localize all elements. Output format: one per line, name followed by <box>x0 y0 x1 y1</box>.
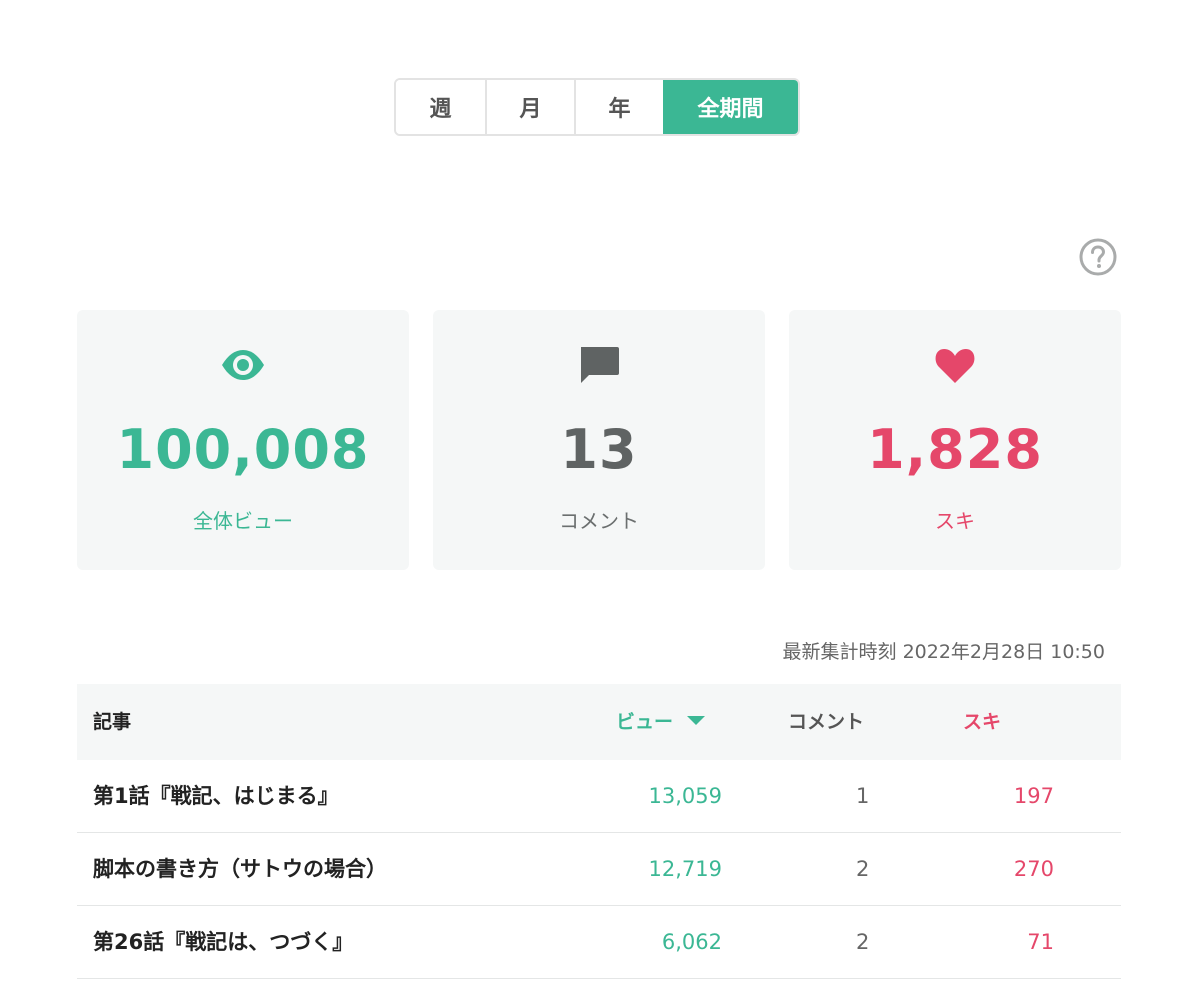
table-header: 記事 ビュー コメント スキ <box>77 684 1121 760</box>
total-comments-value: 13 <box>560 418 638 481</box>
article-title[interactable]: 第26話『戦記は、つづく』 <box>93 928 353 956</box>
total-comments-label: コメント <box>559 509 639 533</box>
articles-table: 記事 ビュー コメント スキ 第1話『戦記、はじまる』 13,059 1 197… <box>77 684 1121 979</box>
heart-icon <box>935 349 975 383</box>
period-selector: 週 月 年 全期間 <box>394 78 800 136</box>
tab-year[interactable]: 年 <box>574 80 663 134</box>
total-views-value: 100,008 <box>116 418 370 481</box>
column-header-likes[interactable]: スキ <box>963 708 1001 736</box>
column-header-views-label: ビュー <box>616 711 674 733</box>
table-row: 脚本の書き方（サトウの場合） 12,719 2 270 <box>77 833 1121 906</box>
eye-icon <box>222 350 264 380</box>
total-views-label: 全体ビュー <box>193 509 293 533</box>
column-header-comments[interactable]: コメント <box>788 708 864 736</box>
tab-week[interactable]: 週 <box>396 80 485 134</box>
tab-month[interactable]: 月 <box>485 80 574 134</box>
question-circle-icon[interactable] <box>1079 238 1117 276</box>
article-comments: 2 <box>856 930 870 954</box>
article-likes: 197 <box>1013 784 1054 808</box>
article-title[interactable]: 第1話『戦記、はじまる』 <box>93 782 339 810</box>
sort-down-icon <box>687 716 706 725</box>
article-views: 13,059 <box>648 784 722 808</box>
article-views: 12,719 <box>648 857 722 881</box>
comments-stat-card: 13 コメント <box>433 310 765 570</box>
last-updated-timestamp: 最新集計時刻 2022年2月28日 10:50 <box>782 641 1105 663</box>
column-header-views[interactable]: ビュー <box>616 708 706 736</box>
table-row: 第1話『戦記、はじまる』 13,059 1 197 <box>77 760 1121 833</box>
column-header-article: 記事 <box>93 711 132 733</box>
article-title[interactable]: 脚本の書き方（サトウの場合） <box>93 855 387 883</box>
total-likes-value: 1,828 <box>867 418 1043 481</box>
article-comments: 2 <box>856 857 870 881</box>
views-stat-card: 100,008 全体ビュー <box>77 310 409 570</box>
total-likes-label: スキ <box>935 509 975 533</box>
table-row: 第26話『戦記は、つづく』 6,062 2 71 <box>77 906 1121 979</box>
article-likes: 270 <box>1013 857 1054 881</box>
article-comments: 1 <box>856 784 870 808</box>
article-likes: 71 <box>1027 930 1054 954</box>
article-views: 6,062 <box>661 930 722 954</box>
tab-all-time[interactable]: 全期間 <box>663 80 798 134</box>
speech-bubble-icon <box>581 347 619 383</box>
likes-stat-card: 1,828 スキ <box>789 310 1121 570</box>
